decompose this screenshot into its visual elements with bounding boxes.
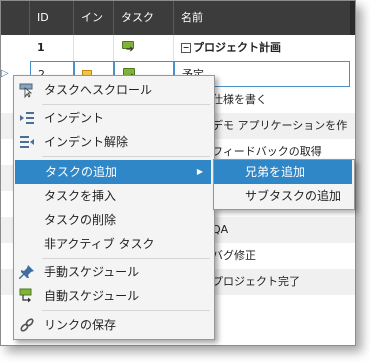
menu-separator: [42, 104, 210, 105]
auto-schedule-icon: [19, 288, 32, 303]
menu-separator: [42, 156, 210, 157]
column-header-indent[interactable]: イン: [74, 1, 114, 35]
menu-item-label: 非アクティブ タスク: [44, 237, 155, 251]
submenu-arrow-icon: ▶: [196, 167, 203, 176]
collapse-icon[interactable]: −: [181, 43, 191, 53]
row-selector-header: [1, 1, 30, 35]
menu-item-label: タスクへスクロール: [44, 83, 153, 97]
grid-header: ID イン タスク 名前: [1, 1, 355, 35]
row-name: − プロジェクト計画: [174, 35, 355, 61]
menu-item-scroll-to-task[interactable]: タスクへスクロール: [14, 78, 212, 102]
auto-schedule-icon: ➔: [122, 41, 134, 55]
row-name-text: プロジェクト計画: [193, 41, 281, 54]
menu-item-outdent[interactable]: インデント解除: [14, 130, 212, 154]
row-indent-cell: [74, 35, 114, 61]
header-scroll-corner: [350, 1, 355, 35]
submenu-item-label: サブタスクの追加: [245, 189, 342, 203]
menu-item-manual-schedule[interactable]: 手動スケジュール: [14, 260, 212, 284]
current-row-arrow-icon: ▷: [1, 68, 9, 79]
menu-item-label: タスクの削除: [44, 213, 117, 227]
link-icon: [20, 318, 34, 332]
column-header-id[interactable]: ID: [30, 1, 74, 35]
indent-icon: [20, 112, 34, 124]
menu-item-label: タスクの追加: [45, 165, 118, 179]
menu-item-indent[interactable]: インデント: [14, 106, 212, 130]
menu-item-label: 自動スケジュール: [44, 289, 140, 303]
row-task-cell: ➔: [114, 35, 174, 61]
submenu-item-label: 兄弟を追加: [245, 165, 306, 179]
menu-separator: [42, 258, 210, 259]
menu-item-label: インデント: [44, 111, 105, 125]
add-task-submenu: 兄弟を追加 サブタスクの追加: [213, 159, 355, 210]
outdent-icon: [20, 136, 34, 148]
submenu-item-add-sibling[interactable]: 兄弟を追加: [214, 160, 352, 184]
column-header-name[interactable]: 名前: [174, 1, 350, 35]
menu-item-auto-schedule[interactable]: 自動スケジュール: [14, 284, 212, 308]
menu-item-delete-task[interactable]: タスクの削除: [14, 208, 212, 232]
row-id: 1: [30, 35, 74, 61]
menu-item-save-link[interactable]: リンクの保存: [14, 313, 212, 337]
menu-item-label: 手動スケジュール: [44, 265, 140, 279]
context-menu: タスクへスクロール インデント インデント解除 タスクの追加 ▶ タスクを挿入 …: [13, 75, 215, 340]
menu-item-add-task[interactable]: タスクの追加 ▶: [15, 160, 211, 184]
submenu-item-add-subtask[interactable]: サブタスクの追加: [214, 184, 352, 208]
menu-item-label: タスクを挿入: [44, 189, 117, 203]
table-row[interactable]: 1 ➔ − プロジェクト計画: [1, 35, 355, 61]
menu-item-label: リンクの保存: [44, 318, 117, 332]
menu-item-label: インデント解除: [44, 135, 129, 149]
menu-separator: [42, 310, 210, 311]
pin-icon: [19, 265, 34, 279]
menu-item-insert-task[interactable]: タスクを挿入: [14, 184, 212, 208]
column-header-task[interactable]: タスク: [114, 1, 174, 35]
menu-item-inactive-task[interactable]: 非アクティブ タスク: [14, 232, 212, 256]
scroll-to-task-icon: [19, 83, 33, 98]
